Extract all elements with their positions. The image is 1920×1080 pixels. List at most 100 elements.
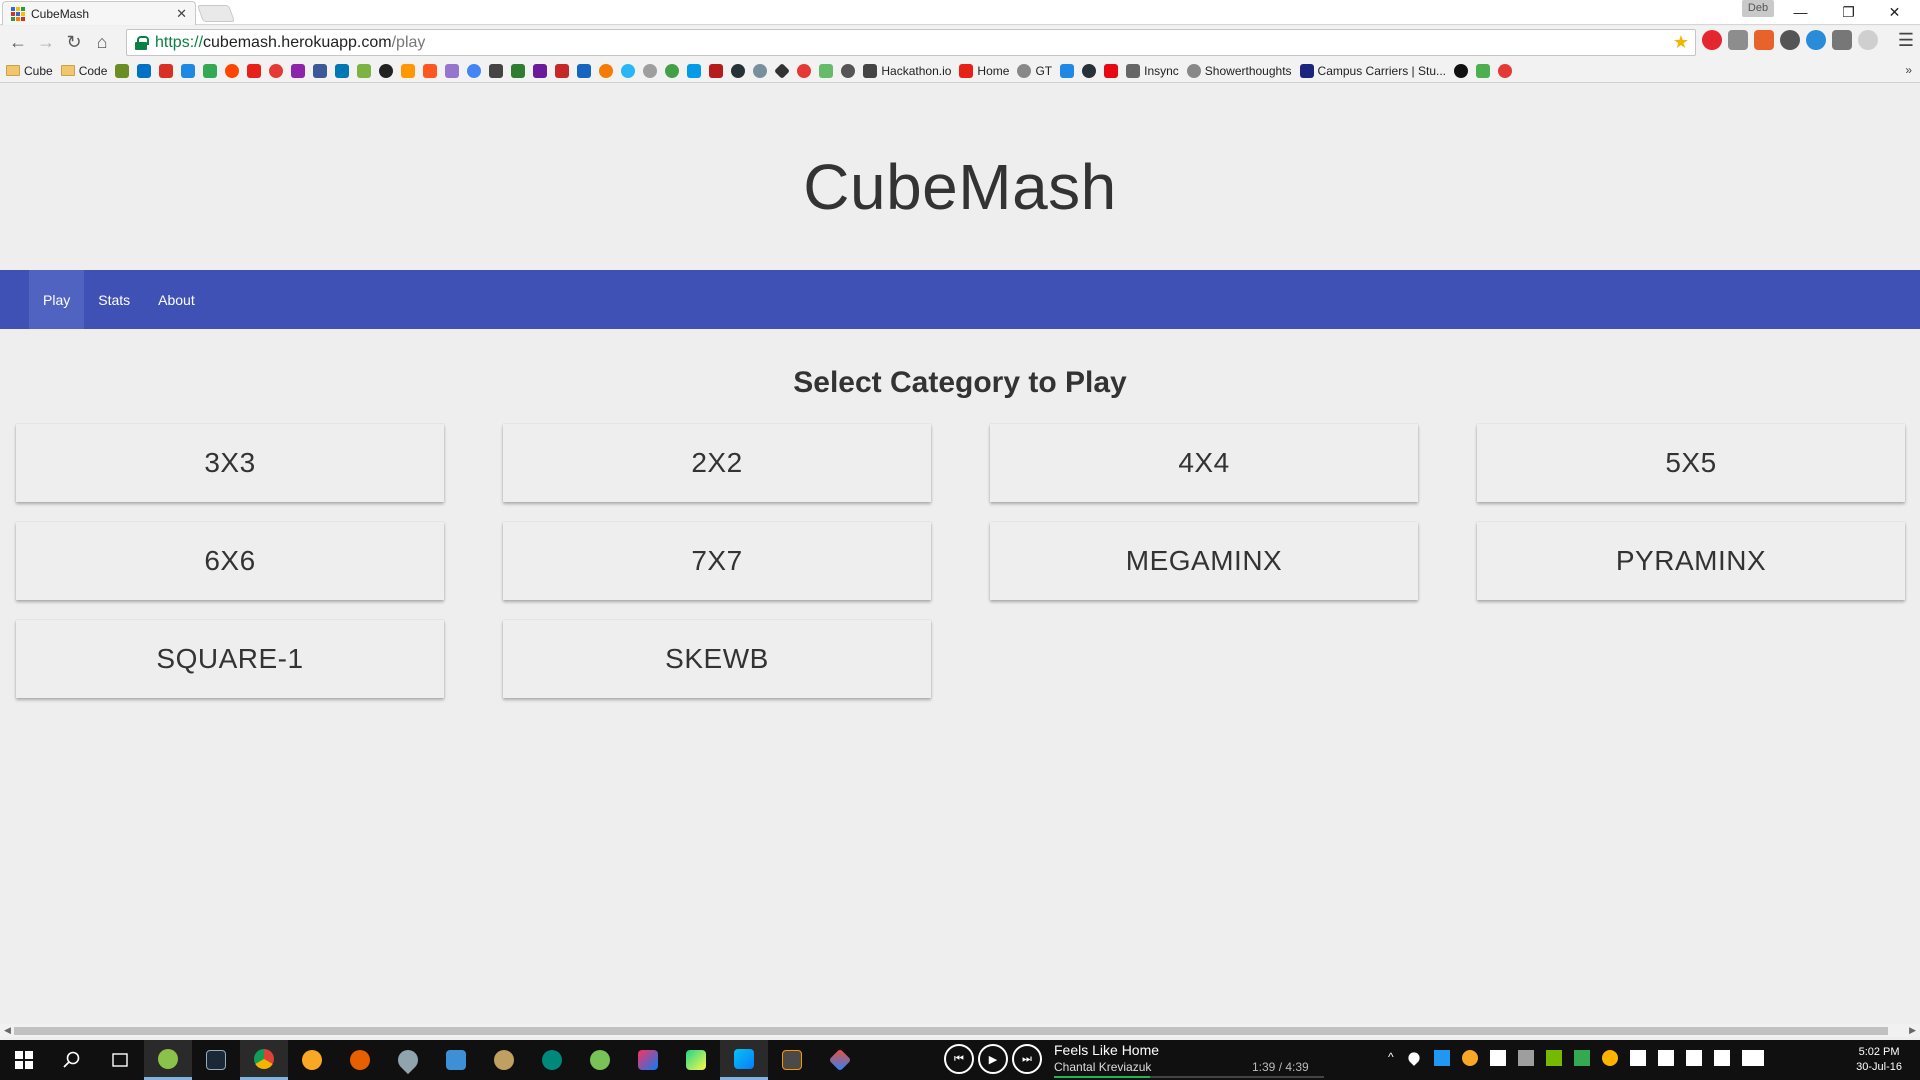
- drop-tray-icon[interactable]: [1405, 1050, 1422, 1066]
- app-tray-icon[interactable]: [1601, 1050, 1618, 1066]
- drive-tray-icon[interactable]: [1573, 1050, 1590, 1066]
- chat-extension-icon[interactable]: [1806, 30, 1826, 50]
- reload-icon[interactable]: ↻: [60, 29, 88, 57]
- settings-extension-icon[interactable]: [1728, 30, 1748, 50]
- close-window-icon[interactable]: ✕: [1872, 0, 1917, 25]
- steam-icon[interactable]: [192, 1040, 240, 1080]
- bookmark-icon[interactable]: [665, 63, 680, 78]
- restore-icon[interactable]: ❐: [1826, 0, 1871, 25]
- linkedin-bookmark-icon[interactable]: [335, 63, 350, 78]
- scroll-right-icon[interactable]: ▶: [1909, 1024, 1916, 1037]
- previous-track-icon[interactable]: ⏮: [944, 1044, 974, 1074]
- scrollbar-thumb[interactable]: [14, 1027, 1888, 1035]
- chrome-taskbar-icon[interactable]: [240, 1040, 288, 1080]
- drive-bookmark-icon[interactable]: [203, 63, 218, 78]
- new-tab-button[interactable]: [196, 5, 236, 22]
- bookmark-icon[interactable]: [774, 62, 791, 79]
- bookmark-folder-cube[interactable]: Cube: [6, 64, 53, 78]
- category-card-pyraminx[interactable]: PYRAMINX: [1477, 522, 1905, 600]
- category-card-megaminx[interactable]: MEGAMINX: [990, 522, 1418, 600]
- tomato-bookmark-icon[interactable]: [797, 63, 812, 78]
- minimize-icon[interactable]: —: [1778, 0, 1823, 25]
- nav-play[interactable]: Play: [29, 270, 85, 329]
- wifi-icon[interactable]: [1629, 1050, 1646, 1066]
- youtube-bookmark-icon[interactable]: [247, 63, 262, 78]
- droplet-app-icon[interactable]: [384, 1040, 432, 1080]
- bookmark-icon[interactable]: [401, 63, 416, 78]
- google-bookmark-icon[interactable]: [467, 63, 482, 78]
- bookmark-icon[interactable]: [511, 63, 526, 78]
- outlook-bookmark-icon[interactable]: [137, 63, 152, 78]
- cloud-extension-icon[interactable]: [1858, 30, 1878, 50]
- account-extension-icon[interactable]: [1780, 30, 1800, 50]
- bookmark-icon[interactable]: [555, 63, 570, 78]
- bookmark-insync[interactable]: Insync: [1126, 63, 1179, 78]
- category-card-2x2[interactable]: 2X2: [503, 424, 931, 502]
- nvidia-tray-icon[interactable]: [1545, 1050, 1562, 1066]
- slack-bookmark-icon[interactable]: [533, 63, 548, 78]
- category-card-7x7[interactable]: 7X7: [503, 522, 931, 600]
- pycharm-icon[interactable]: [672, 1040, 720, 1080]
- bookmark-icon[interactable]: [577, 63, 592, 78]
- profile-button[interactable]: Deb: [1742, 0, 1774, 17]
- volume-icon[interactable]: [1657, 1050, 1674, 1066]
- category-card-6x6[interactable]: 6X6: [16, 522, 444, 600]
- bookmark-gt[interactable]: GT: [1017, 63, 1052, 78]
- opera-extension-icon[interactable]: [1702, 30, 1722, 50]
- bookmark-icon[interactable]: [1060, 63, 1075, 78]
- gmail-bookmark-icon[interactable]: [159, 63, 174, 78]
- bookmark-campus[interactable]: Campus Carriers | Stu...: [1299, 63, 1446, 78]
- nav-about[interactable]: About: [144, 270, 209, 329]
- address-bar[interactable]: https:// cubemash.herokuapp.com /play ★: [126, 29, 1696, 56]
- bookmark-icon[interactable]: [643, 63, 658, 78]
- back-arrow-icon[interactable]: ←: [4, 29, 32, 57]
- bookmark-icon[interactable]: [687, 63, 702, 78]
- bookmark-icon[interactable]: [269, 63, 284, 78]
- horizontal-scrollbar[interactable]: ◀ ▶: [0, 1024, 1920, 1037]
- bookmark-icon[interactable]: [819, 63, 834, 78]
- bookmark-folder-code[interactable]: Code: [60, 64, 107, 78]
- webstorm-icon[interactable]: [720, 1040, 768, 1080]
- facebook-bookmark-icon[interactable]: [313, 63, 328, 78]
- notification-icon[interactable]: [1713, 1050, 1730, 1066]
- bookmark-icon[interactable]: [1498, 63, 1513, 78]
- keyboard-icon[interactable]: [1741, 1050, 1764, 1066]
- tab-close-icon[interactable]: ✕: [176, 6, 187, 22]
- bookmark-icon[interactable]: [1082, 63, 1097, 78]
- taskbar-clock[interactable]: 5:02 PM 30-Jul-16: [1856, 1045, 1902, 1075]
- app-tray-icon[interactable]: [1461, 1050, 1478, 1066]
- next-track-icon[interactable]: ⏭: [1012, 1044, 1042, 1074]
- sublime-icon[interactable]: [768, 1040, 816, 1080]
- bookmark-icon[interactable]: [445, 63, 460, 78]
- chrome-canary-icon[interactable]: [288, 1040, 336, 1080]
- song-progress-bar[interactable]: [1054, 1076, 1324, 1078]
- app-icon[interactable]: [480, 1040, 528, 1080]
- bookmark-icon[interactable]: [181, 63, 196, 78]
- tray-expand-icon[interactable]: ^: [1388, 1050, 1394, 1066]
- firefox-icon[interactable]: [336, 1040, 384, 1080]
- bookmark-icon[interactable]: [599, 63, 614, 78]
- github-bookmark-icon[interactable]: [379, 63, 394, 78]
- search-icon[interactable]: [48, 1040, 96, 1080]
- sourcetree-icon[interactable]: [816, 1040, 864, 1080]
- device-tray-icon[interactable]: [1517, 1050, 1534, 1066]
- more-bookmarks-icon[interactable]: »: [1905, 63, 1912, 77]
- forward-arrow-icon[interactable]: →: [32, 29, 60, 57]
- bookmark-icon[interactable]: [423, 63, 438, 78]
- category-card-4x4[interactable]: 4X4: [990, 424, 1418, 502]
- bookmark-icon[interactable]: [115, 63, 130, 78]
- rss-extension-icon[interactable]: [1754, 30, 1774, 50]
- category-card-square-1[interactable]: SQUARE-1: [16, 620, 444, 698]
- bookmark-icon[interactable]: [621, 63, 636, 78]
- app-icon[interactable]: [528, 1040, 576, 1080]
- intellij-icon[interactable]: [624, 1040, 672, 1080]
- speedometer-bookmark-icon[interactable]: [841, 63, 856, 78]
- windows-start-icon[interactable]: [0, 1040, 48, 1080]
- bookmark-icon[interactable]: [489, 63, 504, 78]
- bookmark-icon[interactable]: [709, 63, 724, 78]
- chrome-menu-icon[interactable]: ☰: [1898, 30, 1914, 51]
- bookmark-icon[interactable]: [731, 63, 746, 78]
- bookmark-home[interactable]: Home: [959, 63, 1009, 78]
- bookmark-icon[interactable]: [291, 63, 306, 78]
- home-icon[interactable]: ⌂: [88, 29, 116, 57]
